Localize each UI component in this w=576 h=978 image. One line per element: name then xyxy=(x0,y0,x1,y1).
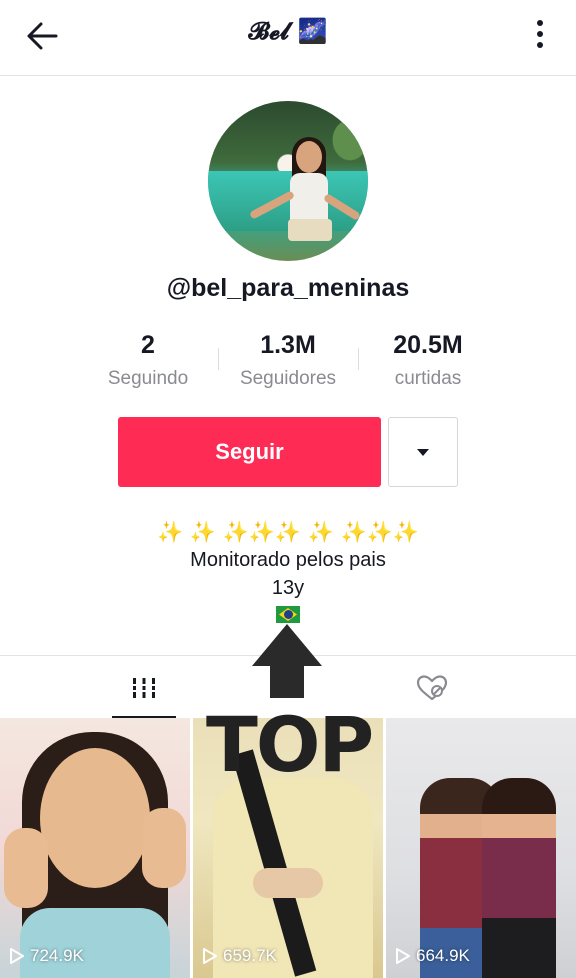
stat-value: 1.3M xyxy=(260,331,316,359)
play-count: 724.9K xyxy=(10,946,84,966)
tab-liked[interactable] xyxy=(400,656,464,719)
play-count-value: 724.9K xyxy=(30,946,84,965)
avatar[interactable] xyxy=(208,101,368,261)
bio-line-age: 13y xyxy=(271,577,305,599)
play-icon xyxy=(10,948,24,964)
video-thumbnail[interactable]: 724.9K xyxy=(0,718,190,978)
play-icon xyxy=(396,948,410,964)
caret-down-icon xyxy=(417,448,429,456)
play-count-value: 659.7K xyxy=(223,946,277,965)
bio-line-monitored: Monitorado pelos pais xyxy=(190,549,386,571)
play-count-value: 664.9K xyxy=(416,946,470,965)
tab-videos[interactable] xyxy=(112,656,176,719)
username: @bel_para_meninas xyxy=(166,274,410,302)
page-title: 𝓑𝓮𝓵 🌌 xyxy=(248,17,328,45)
more-options-button[interactable] xyxy=(528,16,552,52)
play-count: 659.7K xyxy=(203,946,277,966)
stat-value: 2 xyxy=(141,331,155,359)
stat-label: curtidas xyxy=(394,368,462,389)
stat-following[interactable]: 2 Seguindo xyxy=(78,330,218,394)
top-bar: 𝓑𝓮𝓵 🌌 xyxy=(0,0,576,76)
annotation-top-text: TOP xyxy=(206,700,374,789)
bio: ✨ ✨ ✨✨✨ ✨ ✨✨✨ Monitorado pelos pais 13y xyxy=(0,518,576,628)
play-count: 664.9K xyxy=(396,946,470,966)
liked-hidden-icon xyxy=(416,674,448,700)
stat-label: Seguindo xyxy=(107,368,189,389)
video-thumbnail[interactable]: 664.9K xyxy=(386,718,576,978)
stat-likes: 20.5M curtidas xyxy=(358,330,498,394)
play-icon xyxy=(203,948,217,964)
suggested-accounts-button[interactable] xyxy=(388,417,458,487)
stat-label: Seguidores xyxy=(239,368,337,389)
more-vertical-icon xyxy=(537,20,543,26)
follow-button[interactable]: Seguir xyxy=(118,417,381,487)
stat-value: 20.5M xyxy=(393,331,463,359)
profile-stats: 2 Seguindo 1.3M Seguidores 20.5M curtida… xyxy=(78,330,498,394)
brazil-flag-icon xyxy=(276,606,300,623)
bio-line-decorative: ✨ ✨ ✨✨✨ ✨ ✨✨✨ xyxy=(156,520,420,544)
stat-followers[interactable]: 1.3M Seguidores xyxy=(218,330,358,394)
annotation-arrow-icon xyxy=(252,624,322,698)
grid-videos-icon xyxy=(131,677,157,698)
